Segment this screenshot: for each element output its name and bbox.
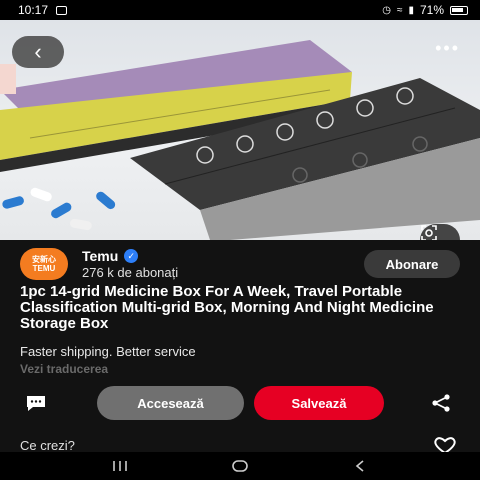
avatar-line1: 安新心 <box>32 255 56 264</box>
follower-count: 276 k de abonați <box>82 265 179 280</box>
avatar[interactable]: 安新心 TEMU <box>20 248 68 280</box>
background-object <box>0 64 16 94</box>
verified-icon: ✓ <box>124 249 139 263</box>
comment-icon[interactable] <box>24 394 48 412</box>
alarm-icon: ◷ <box>382 4 391 16</box>
account-name-row: Temu ✓ <box>82 248 178 264</box>
translate-link[interactable]: Vezi traducerea <box>20 362 108 376</box>
recent-apps-button[interactable] <box>105 456 135 476</box>
pill <box>51 202 72 219</box>
action-row: Accesează Salvează <box>0 386 480 420</box>
pin-details: 安新心 TEMU Temu ✓ 276 k de abonați Abonare… <box>0 240 480 454</box>
account-name: Temu <box>82 248 119 264</box>
status-right: ◷ ≈ ▮ 71% <box>382 3 468 17</box>
visit-button[interactable]: Accesează <box>97 386 244 420</box>
follow-button[interactable]: Abonare <box>364 250 460 278</box>
status-time: 10:17 <box>18 3 49 17</box>
pill-box-illustration <box>0 40 480 240</box>
more-options-icon[interactable]: ••• <box>435 38 460 59</box>
pin-title: 1pc 14-grid Medicine Box For A Week, Tra… <box>20 283 434 332</box>
pin-subtitle: Faster shipping. Better service <box>20 344 196 359</box>
status-left: 10:17 <box>18 3 68 17</box>
comment-prompt[interactable]: Ce crezi? <box>20 438 75 453</box>
share-icon[interactable] <box>430 394 452 412</box>
wifi-icon: ≈ <box>396 4 403 16</box>
nav-back-button[interactable] <box>345 456 375 476</box>
battery-icon <box>450 5 468 15</box>
pill <box>96 191 116 210</box>
gallery-notification-icon <box>56 5 68 15</box>
home-button[interactable] <box>225 456 255 476</box>
signal-icon: ▮ <box>408 4 414 16</box>
account-info[interactable]: Temu ✓ 276 k de abonați <box>82 248 178 280</box>
home-icon <box>232 460 248 472</box>
recents-icon <box>113 461 127 471</box>
chevron-left-icon: ‹ <box>34 39 42 64</box>
pin-image[interactable]: ‹ ••• <box>0 20 480 240</box>
status-bar: 10:17 ◷ ≈ ▮ 71% <box>0 0 480 20</box>
pill <box>30 187 52 202</box>
back-chevron-icon <box>355 460 364 472</box>
battery-percent: 71% <box>419 3 444 17</box>
save-button[interactable]: Salvează <box>254 386 384 420</box>
pill <box>2 196 24 209</box>
pill <box>70 218 92 231</box>
avatar-line2: TEMU <box>32 264 56 273</box>
system-nav-bar <box>0 452 480 480</box>
back-button[interactable]: ‹ <box>12 36 64 68</box>
lens-icon <box>421 225 437 240</box>
account-row: 安新心 TEMU Temu ✓ 276 k de abonați Abonare <box>20 248 460 280</box>
